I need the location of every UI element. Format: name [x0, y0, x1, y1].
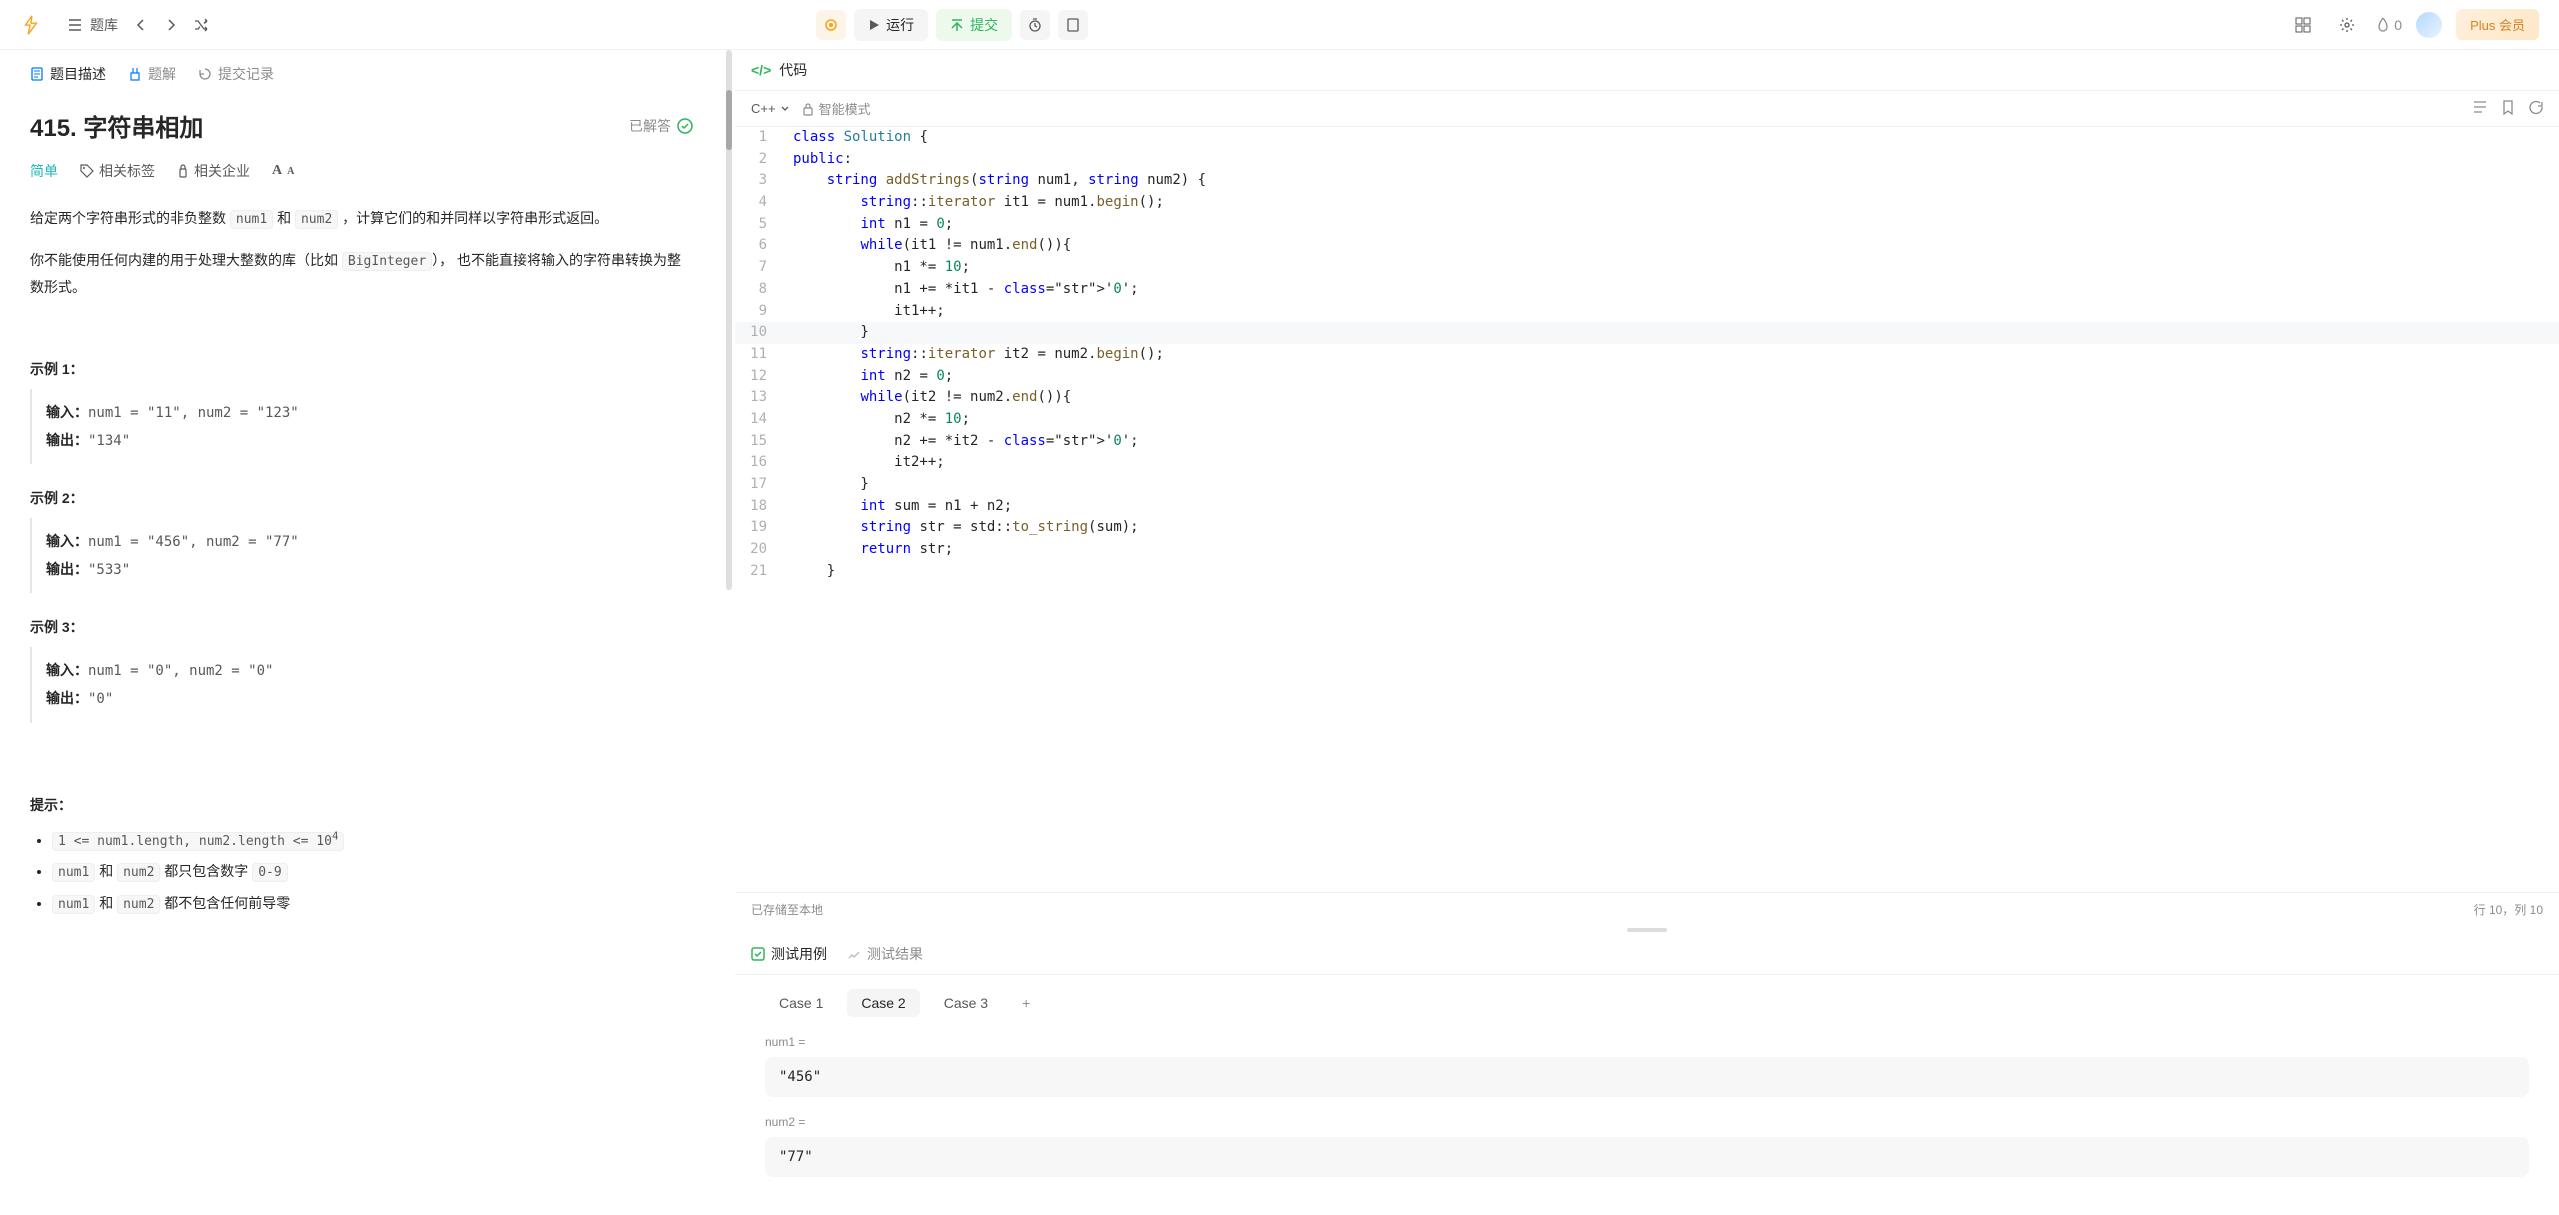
description-paragraph: 你不能使用任何内建的用于处理大整数的库（比如 BigInteger）， 也不能直…	[30, 247, 693, 301]
example-block: 输入：num1 = "456", num2 = "77" 输出："533"	[30, 518, 693, 593]
shuffle-button[interactable]	[186, 10, 216, 40]
language-selector[interactable]: C++	[751, 101, 790, 116]
case-tab-1[interactable]: Case 1	[765, 989, 837, 1017]
code-line[interactable]: 3 string addStrings(string num1, string …	[735, 170, 2559, 192]
code-line[interactable]: 1class Solution {	[735, 127, 2559, 149]
code-panel-header: </> 代码	[735, 50, 2559, 91]
note-button[interactable]	[1058, 10, 1088, 40]
tab-solution-label: 题解	[148, 64, 176, 84]
avatar[interactable]	[2416, 12, 2442, 38]
code-line[interactable]: 17 }	[735, 474, 2559, 496]
case-tab-2[interactable]: Case 2	[847, 989, 919, 1017]
problem-title: 415. 字符串相加 已解答	[30, 108, 693, 143]
tab-submissions[interactable]: 提交记录	[198, 64, 274, 84]
streak-counter[interactable]: 0	[2376, 17, 2402, 33]
top-bar: 题库 运行 提交 0 Plus 会员	[0, 0, 2559, 50]
code-line[interactable]: 16 it2++;	[735, 452, 2559, 474]
code-line[interactable]: 13 while(it2 != num2.end()){	[735, 387, 2559, 409]
input-value[interactable]: "77"	[765, 1137, 2529, 1177]
add-case-button[interactable]: +	[1012, 991, 1040, 1015]
run-label: 运行	[886, 15, 914, 35]
example-heading: 示例 1：	[30, 359, 693, 379]
code-editor[interactable]: 1class Solution {2public:3 string addStr…	[735, 127, 2559, 892]
description-paragraph: 给定两个字符串形式的非负整数 num1 和 num2 ，计算它们的和并同样以字符…	[30, 205, 693, 233]
run-button[interactable]: 运行	[854, 9, 928, 41]
code-line[interactable]: 14 n2 *= 10;	[735, 409, 2559, 431]
difficulty-badge: 简单	[30, 161, 58, 181]
code-line[interactable]: 9 it1++;	[735, 301, 2559, 323]
bookmark-button[interactable]	[2502, 100, 2514, 118]
code-line[interactable]: 15 n2 += *it2 - class="str">'0';	[735, 431, 2559, 453]
tab-submissions-label: 提交记录	[218, 64, 274, 84]
input-label: num2 =	[765, 1115, 2529, 1129]
code-icon: </>	[751, 62, 771, 78]
code-line[interactable]: 18 int sum = n1 + n2;	[735, 496, 2559, 518]
tab-description[interactable]: 题目描述	[30, 64, 106, 84]
code-line[interactable]: 8 n1 += *it1 - class="str">'0';	[735, 279, 2559, 301]
settings-button[interactable]	[2332, 10, 2362, 40]
layout-button[interactable]	[2288, 10, 2318, 40]
cursor-position: 行 10，列 10	[2474, 901, 2543, 918]
lock-icon	[802, 102, 814, 116]
prev-button[interactable]	[126, 10, 156, 40]
tab-solution[interactable]: 题解	[128, 64, 176, 84]
logo-icon[interactable]	[20, 14, 42, 36]
example-block: 输入：num1 = "0", num2 = "0" 输出："0"	[30, 647, 693, 722]
example-block: 输入：num1 = "11", num2 = "123" 输出："134"	[30, 389, 693, 464]
hints-list: 1 <= num1.length, num2.length <= 104 num…	[30, 825, 693, 920]
streak-count: 0	[2394, 17, 2402, 33]
problem-panel: 题目描述 题解 提交记录 415. 字符串相加 已解答 简单 相关标签 相关企业…	[0, 50, 723, 1215]
case-tab-3[interactable]: Case 3	[930, 989, 1002, 1017]
code-line[interactable]: 2public:	[735, 149, 2559, 171]
plus-member-button[interactable]: Plus 会员	[2456, 9, 2539, 40]
code-line[interactable]: 5 int n1 = 0;	[735, 214, 2559, 236]
next-button[interactable]	[156, 10, 186, 40]
example-heading: 示例 2：	[30, 488, 693, 508]
input-label: num1 =	[765, 1035, 2529, 1049]
example-heading: 示例 3：	[30, 617, 693, 637]
timer-button[interactable]	[1020, 10, 1050, 40]
tab-test-result[interactable]: 测试结果	[847, 944, 923, 964]
input-value[interactable]: "456"	[765, 1057, 2529, 1097]
code-line[interactable]: 6 while(it1 != num1.end()){	[735, 235, 2559, 257]
code-line[interactable]: 11 string::iterator it2 = num2.begin();	[735, 344, 2559, 366]
companies-button[interactable]: 相关企业	[177, 161, 250, 181]
list-icon[interactable]	[60, 10, 90, 40]
code-line[interactable]: 4 string::iterator it1 = num1.begin();	[735, 192, 2559, 214]
submit-button[interactable]: 提交	[936, 9, 1012, 41]
submit-label: 提交	[970, 15, 998, 35]
tab-testcase[interactable]: 测试用例	[751, 944, 827, 964]
smart-mode-toggle[interactable]: 智能模式	[802, 99, 871, 118]
hints-heading: 提示：	[30, 795, 693, 815]
problems-link[interactable]: 题库	[90, 15, 118, 35]
debug-button[interactable]	[816, 10, 846, 40]
code-line[interactable]: 21 }	[735, 561, 2559, 583]
code-header-label: 代码	[779, 60, 807, 80]
code-line[interactable]: 7 n1 *= 10;	[735, 257, 2559, 279]
font-size-button[interactable]: AA	[272, 163, 294, 179]
reset-button[interactable]	[2528, 100, 2543, 118]
code-line[interactable]: 20 return str;	[735, 539, 2559, 561]
tags-button[interactable]: 相关标签	[80, 161, 155, 181]
horizontal-splitter[interactable]	[735, 926, 2559, 934]
code-line[interactable]: 12 int n2 = 0;	[735, 366, 2559, 388]
code-line[interactable]: 10 }	[735, 322, 2559, 344]
chevron-down-icon	[780, 104, 790, 114]
tab-description-label: 题目描述	[50, 64, 106, 84]
vertical-splitter[interactable]	[723, 50, 735, 1215]
format-button[interactable]	[2472, 100, 2488, 118]
solved-badge: 已解答	[629, 116, 693, 136]
code-line[interactable]: 19 string str = std::to_string(sum);	[735, 517, 2559, 539]
save-status: 已存储至本地	[751, 901, 823, 918]
